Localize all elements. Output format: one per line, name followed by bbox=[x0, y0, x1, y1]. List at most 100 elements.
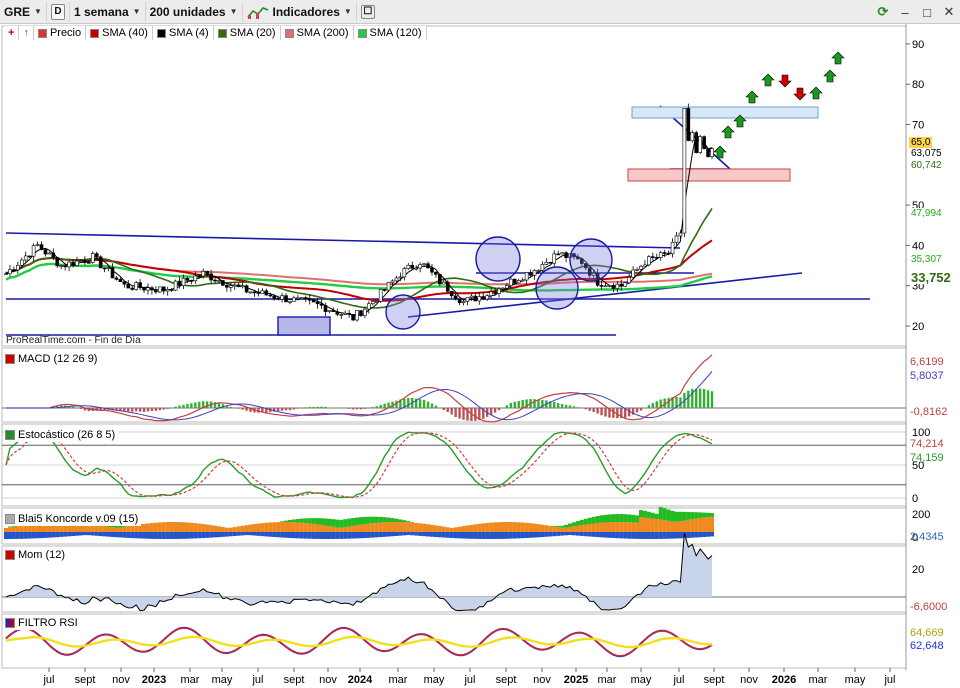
candle-body bbox=[83, 260, 87, 263]
koncorde-bar-blue bbox=[90, 532, 95, 536]
candle-body bbox=[146, 287, 150, 291]
koncorde-bar-orange bbox=[280, 522, 285, 532]
koncorde-bar-blue bbox=[429, 532, 434, 537]
koncorde-bar-blue bbox=[646, 532, 651, 539]
koncorde-bar-green bbox=[635, 515, 640, 523]
price-tag: 60,742 bbox=[909, 160, 944, 172]
koncorde-bar-orange bbox=[437, 525, 442, 532]
koncorde-bar-orange bbox=[406, 522, 411, 532]
mom-tag: -6,6000 bbox=[910, 601, 947, 613]
koncorde-bar-orange bbox=[295, 522, 300, 532]
candle-body bbox=[489, 291, 493, 297]
candle-body bbox=[213, 279, 217, 282]
koncorde-bar-orange bbox=[461, 526, 466, 532]
candle-body bbox=[106, 267, 111, 269]
macd-tag: 6,6199 bbox=[910, 356, 944, 368]
price-tick-label: 80 bbox=[912, 79, 924, 91]
legend-add-icon[interactable]: + bbox=[4, 26, 20, 40]
koncorde-bar-orange bbox=[429, 524, 434, 532]
koncorde-bar-blue bbox=[55, 532, 60, 538]
koncorde-bar-blue bbox=[489, 532, 494, 539]
koncorde-bar-orange bbox=[682, 520, 687, 532]
koncorde-bar-orange bbox=[528, 523, 533, 532]
koncorde-bar-blue bbox=[323, 532, 328, 539]
candle-body bbox=[465, 297, 470, 302]
legend-item[interactable]: SMA (120) bbox=[354, 26, 427, 40]
koncorde-bar-green bbox=[568, 523, 573, 527]
koncorde-bar-blue bbox=[504, 532, 509, 539]
candle-body bbox=[473, 295, 478, 302]
macd-histogram-bar bbox=[371, 407, 375, 408]
price-tag: 63,075 bbox=[909, 148, 944, 160]
panel-frame bbox=[1, 613, 907, 669]
candle-body bbox=[690, 132, 695, 141]
candle-body bbox=[710, 148, 714, 158]
koncorde-bar-orange bbox=[619, 522, 624, 532]
candle-body bbox=[520, 279, 525, 282]
macd-tag: 5,8037 bbox=[910, 370, 944, 382]
legend-item[interactable]: SMA (40) bbox=[86, 26, 153, 40]
macd-histogram-bar bbox=[127, 408, 130, 412]
candle-body bbox=[457, 298, 462, 304]
koncorde-bar-blue bbox=[287, 532, 292, 538]
koncorde-bar-blue bbox=[635, 532, 640, 539]
koncorde-bar-green bbox=[7, 526, 12, 528]
koncorde-bar-orange bbox=[185, 522, 190, 532]
koncorde-bar-green bbox=[646, 511, 651, 518]
koncorde-bar-blue bbox=[382, 532, 387, 537]
koncorde-bar-orange bbox=[583, 524, 588, 532]
candle-body bbox=[165, 289, 170, 292]
macd-histogram-bar bbox=[280, 408, 284, 411]
legend-item[interactable]: Precio bbox=[34, 26, 87, 40]
koncorde-bar-green bbox=[631, 514, 636, 523]
koncorde-bar-blue bbox=[485, 532, 490, 539]
koncorde-bar-orange bbox=[165, 522, 170, 532]
candle-body bbox=[221, 280, 225, 286]
chart-canvas[interactable]: 908070504030201005002000206,61995,8037-0… bbox=[0, 0, 960, 688]
legend-item[interactable]: SMA (20) bbox=[214, 26, 281, 40]
koncorde-bar-blue bbox=[406, 532, 411, 536]
x-tick-label: 2025 bbox=[564, 674, 588, 686]
candle-body bbox=[599, 285, 604, 287]
koncorde-bar-blue bbox=[284, 532, 289, 538]
koncorde-bar-orange bbox=[126, 526, 131, 532]
candle-body bbox=[110, 267, 115, 279]
koncorde-bar-blue bbox=[426, 532, 431, 537]
macd-histogram-bar bbox=[556, 403, 560, 408]
koncorde-bar-blue bbox=[252, 532, 257, 536]
koncorde-bar-green bbox=[627, 514, 632, 523]
candle-body bbox=[386, 282, 391, 291]
koncorde-bar-orange bbox=[7, 527, 12, 532]
legend-item[interactable]: SMA (200) bbox=[281, 26, 354, 40]
legend-label: SMA (40) bbox=[102, 27, 148, 39]
koncorde-bar-green bbox=[390, 518, 395, 523]
candle-body bbox=[161, 286, 166, 292]
koncorde-bar-blue bbox=[358, 532, 363, 539]
macd-histogram-bar bbox=[564, 404, 568, 408]
koncorde-bar-green bbox=[662, 508, 667, 521]
koncorde-tag: 2,4345 bbox=[910, 531, 944, 543]
koncorde-swatch bbox=[5, 514, 15, 524]
legend-item[interactable]: SMA (4) bbox=[153, 26, 214, 40]
candle-body bbox=[469, 295, 474, 298]
koncorde-bar-orange bbox=[291, 522, 296, 532]
candle-body bbox=[225, 285, 229, 288]
candle-body bbox=[43, 249, 48, 255]
candle-body bbox=[548, 261, 553, 264]
macd-histogram-bar bbox=[596, 408, 599, 414]
koncorde-bar-orange bbox=[686, 519, 691, 532]
legend-label: Precio bbox=[49, 27, 82, 39]
highlight-circle bbox=[535, 266, 579, 310]
x-tick-label: sept bbox=[496, 674, 517, 686]
koncorde-bar-orange bbox=[248, 524, 253, 532]
candle-body bbox=[236, 284, 241, 288]
candle-body bbox=[654, 257, 659, 259]
koncorde-bar-blue bbox=[473, 532, 478, 539]
legend-up-icon[interactable]: ↑ bbox=[19, 26, 34, 40]
koncorde-bar-blue bbox=[102, 532, 107, 537]
koncorde-bar-green bbox=[280, 521, 285, 523]
koncorde-bar-green bbox=[327, 518, 332, 527]
candle-body bbox=[319, 303, 324, 306]
koncorde-bar-blue bbox=[339, 532, 344, 539]
koncorde-bar-blue bbox=[631, 532, 636, 539]
